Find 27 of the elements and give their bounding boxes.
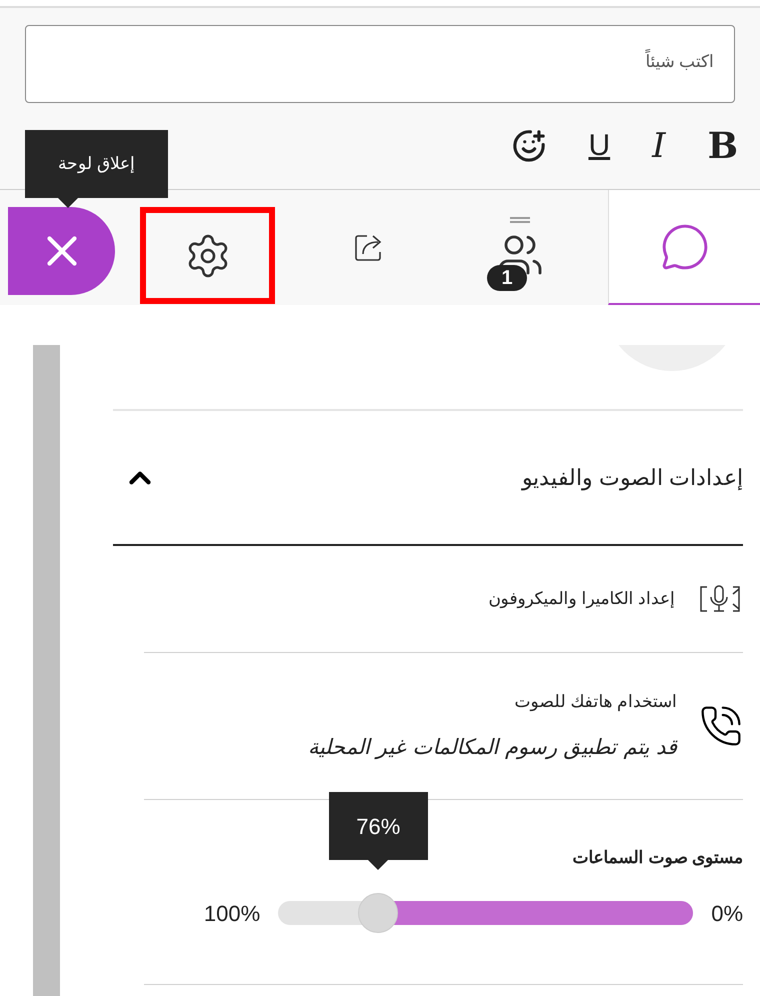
min-label: 0% bbox=[711, 900, 743, 928]
tooltip-arrow bbox=[368, 860, 388, 870]
volume-label: مستوى صوت السماعات bbox=[572, 847, 743, 870]
settings-tab[interactable] bbox=[140, 207, 275, 304]
value-tooltip: 76% bbox=[328, 792, 428, 860]
count-badge: 1 bbox=[487, 265, 527, 291]
volume-slider[interactable] bbox=[278, 901, 694, 925]
chat-tab[interactable] bbox=[608, 190, 760, 305]
message-input[interactable]: اكتب شيئاً bbox=[25, 25, 735, 103]
emoji-button[interactable] bbox=[512, 129, 546, 163]
max-label: 100% bbox=[204, 900, 260, 928]
slider-thumb[interactable] bbox=[358, 893, 398, 933]
section-title: إعدادات الصوت والفيديو bbox=[522, 464, 743, 492]
tooltip: إعلاق لوحة bbox=[25, 130, 168, 198]
italic-button[interactable]: I bbox=[652, 129, 666, 163]
participants-tab[interactable]: 1 bbox=[465, 190, 575, 305]
section-header[interactable]: إعدادات الصوت والفيديو bbox=[113, 411, 743, 546]
close-panel-button[interactable] bbox=[8, 207, 115, 295]
underline-button[interactable]: U bbox=[588, 131, 610, 161]
setting-link[interactable]: استخدام هاتفك للصوت bbox=[308, 688, 677, 714]
phone-icon bbox=[699, 704, 743, 748]
drag-handle-icon bbox=[510, 216, 530, 222]
setting-link[interactable]: إعداد الكاميرا والميكروفون bbox=[488, 586, 675, 612]
tooltip-arrow bbox=[58, 198, 78, 208]
bold-button[interactable]: B bbox=[708, 128, 738, 164]
note-text: قد يتم تطبيق رسوم المكالمات غير المحلية bbox=[308, 734, 677, 762]
chat-bubble-icon bbox=[660, 222, 710, 272]
